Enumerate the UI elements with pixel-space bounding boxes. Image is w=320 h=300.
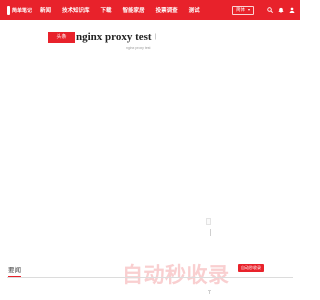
top-nav-bar: 简单笔记 新闻 技术知识库 下载 智能家居 投票调查 测试 简体 [0, 0, 300, 20]
divider-tick [209, 291, 210, 294]
logo-mark [7, 5, 10, 15]
page-title[interactable]: nginx proxy test [76, 31, 152, 43]
language-select[interactable]: 简体 [232, 5, 254, 15]
title-cursor-icon: | [154, 34, 157, 40]
headline-tag[interactable]: 头条 [48, 31, 75, 43]
search-icon[interactable] [266, 7, 273, 14]
bell-icon[interactable] [277, 7, 284, 14]
section-divider [7, 277, 293, 278]
nav-tools: 简体 [232, 0, 300, 20]
nav-item-smart-home[interactable]: 智能家居 [123, 6, 145, 14]
main-nav: 新闻 技术知识库 下载 智能家居 投票调查 测试 [40, 0, 211, 20]
nav-item-survey[interactable]: 投票调查 [156, 6, 178, 14]
site-logo[interactable]: 简单笔记 [0, 0, 32, 20]
language-select-value: 简体 [236, 7, 245, 12]
placeholder-box [206, 218, 211, 225]
chevron-down-icon [248, 9, 250, 11]
nav-item-news[interactable]: 新闻 [40, 6, 51, 14]
watermark-text: 自动秒收录 [122, 264, 230, 287]
nav-item-tech-kb[interactable]: 技术知识库 [62, 6, 90, 14]
section-title-headlines[interactable]: 要闻 [8, 264, 21, 277]
promo-badge[interactable]: 自动秒收录 [238, 264, 264, 272]
article-subtitle: nginx proxy test [126, 46, 151, 50]
logo-text: 简单笔记 [12, 7, 33, 14]
nav-item-test[interactable]: 测试 [189, 6, 200, 14]
article-headline: 头条 nginx proxy test | [48, 31, 156, 43]
divider-tick [210, 229, 211, 236]
nav-item-download[interactable]: 下载 [101, 6, 112, 14]
user-icon[interactable] [288, 7, 295, 14]
